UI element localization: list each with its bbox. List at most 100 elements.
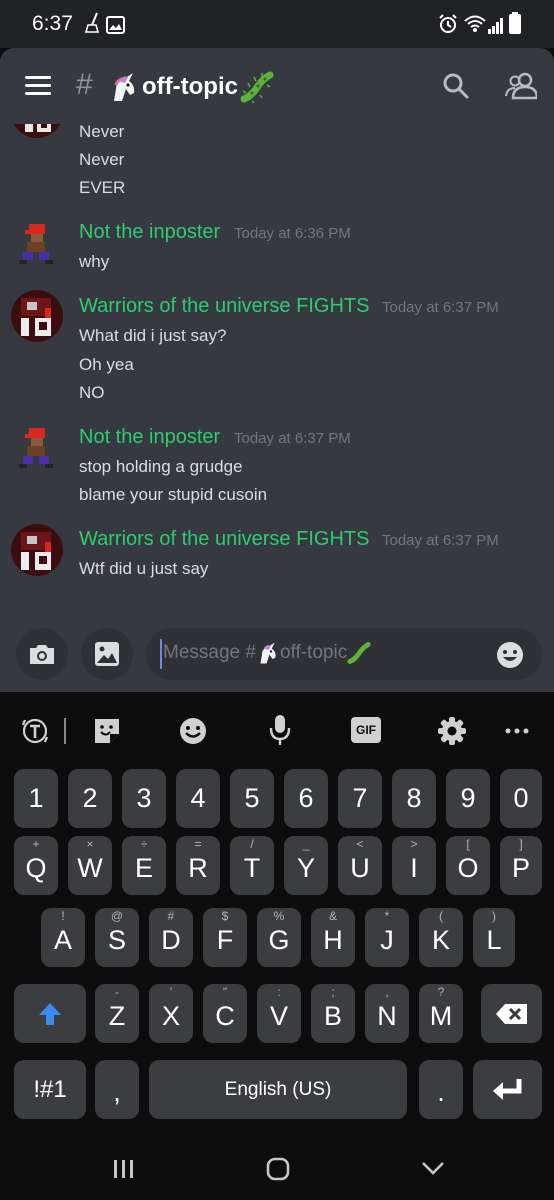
key-hint: @ — [110, 909, 124, 923]
menu-button[interactable] — [25, 76, 51, 96]
message-author[interactable]: Not the inposter — [79, 426, 220, 449]
search-icon[interactable] — [442, 72, 470, 100]
sticker-button[interactable] — [90, 714, 124, 748]
key-label: 5 — [244, 783, 260, 813]
key-3[interactable]: 3 — [122, 769, 166, 828]
key-m[interactable]: ? M — [419, 984, 463, 1043]
key-label: English (US) — [224, 1078, 332, 1100]
period-key[interactable]: . — [419, 1060, 463, 1119]
key-hint: ] — [519, 837, 523, 851]
key-hint: = — [194, 837, 202, 851]
key-i[interactable]: > I — [392, 836, 436, 895]
symbols-key[interactable]: !#1 — [14, 1060, 86, 1119]
key-k[interactable]: (K — [419, 908, 463, 967]
key-p[interactable]: ] P — [500, 836, 542, 895]
key-t[interactable]: / T — [230, 836, 274, 895]
key-hint: ? — [437, 985, 445, 999]
channel-header: # off-topic — [0, 48, 554, 124]
sticker-icon — [95, 719, 119, 743]
message-placeholder: Message # off-topic — [163, 641, 371, 665]
members-icon[interactable] — [505, 72, 537, 100]
key-y[interactable]: _ Y — [284, 836, 328, 895]
user-avatar[interactable] — [11, 218, 63, 270]
key-hint: - — [115, 985, 119, 999]
key-g[interactable]: % G — [257, 908, 301, 967]
image-icon — [95, 642, 119, 666]
key-2[interactable]: 2 — [68, 769, 112, 828]
key-l[interactable]: ) L — [473, 908, 515, 967]
camera-button[interactable] — [16, 628, 68, 680]
gif-button[interactable]: GIF — [351, 717, 381, 743]
key-label: V — [269, 1001, 288, 1031]
key-hint: / — [250, 837, 254, 851]
message-author[interactable]: Warriors of the universe FIGHTS — [79, 295, 369, 318]
key-label: Y — [296, 853, 315, 883]
more-options-button[interactable] — [500, 714, 534, 748]
key-6[interactable]: 6 — [284, 769, 328, 828]
key-e[interactable]: ÷ E — [122, 836, 166, 895]
back-chevron-icon[interactable] — [421, 1160, 445, 1176]
user-avatar[interactable] — [11, 290, 63, 342]
key-hint: & — [328, 909, 337, 923]
key-d[interactable]: # D — [149, 908, 193, 967]
key-hint: > — [410, 837, 418, 851]
key-9[interactable]: 9 — [446, 769, 490, 828]
key-label: D — [161, 925, 181, 955]
key-q[interactable]: + Q — [14, 836, 58, 895]
key-o[interactable]: [O — [446, 836, 490, 895]
key-h[interactable]: & H — [311, 908, 355, 967]
key-hint: % — [273, 909, 285, 923]
gallery-button[interactable] — [81, 628, 133, 680]
avatar-image — [11, 124, 63, 138]
emoji-keyboard-button[interactable] — [176, 714, 210, 748]
key-label: U — [350, 853, 370, 883]
key-j[interactable]: * J — [365, 908, 409, 967]
key-w[interactable]: × W — [68, 836, 112, 895]
avatar-image — [11, 524, 63, 576]
voice-input-button[interactable] — [263, 712, 297, 748]
channel-title[interactable]: off-topic — [108, 70, 274, 104]
user-avatar[interactable] — [11, 422, 63, 474]
key-label: L — [486, 925, 502, 955]
comma-key[interactable]: , — [95, 1060, 139, 1119]
key-5[interactable]: 5 — [230, 769, 274, 828]
key-label: E — [134, 853, 153, 883]
message-author[interactable]: Not the inposter — [79, 221, 220, 244]
key-n[interactable]: ,N — [365, 984, 409, 1043]
key-f[interactable]: $ F — [203, 908, 247, 967]
message-author[interactable]: Warriors of the universe FIGHTS — [79, 528, 369, 551]
key-8[interactable]: 8 — [392, 769, 436, 828]
shift-key[interactable] — [14, 984, 86, 1043]
user-avatar[interactable] — [11, 124, 63, 138]
key-0[interactable]: 0 — [500, 769, 542, 828]
key-a[interactable]: ! A — [41, 908, 85, 967]
message-timestamp: Today at 6:37 PM — [382, 299, 499, 316]
key-s[interactable]: @ S — [95, 908, 139, 967]
key-x[interactable]: ' X — [149, 984, 193, 1043]
microbe-emoji-icon — [347, 642, 371, 664]
user-avatar[interactable] — [11, 524, 63, 576]
key-c[interactable]: " C — [203, 984, 247, 1043]
key-7[interactable]: 7 — [338, 769, 382, 828]
key-hint: ( — [439, 909, 443, 923]
backspace-key[interactable] — [481, 984, 542, 1043]
key-4[interactable]: 4 — [176, 769, 220, 828]
key-r[interactable]: = R — [176, 836, 220, 895]
key-label: I — [410, 853, 418, 883]
key-label: F — [216, 925, 234, 955]
key-z[interactable]: -Z — [95, 984, 139, 1043]
key-b[interactable]: ; B — [311, 984, 355, 1043]
key-v[interactable]: :V — [257, 984, 301, 1043]
home-icon[interactable] — [266, 1157, 290, 1181]
message-list[interactable]: Never Never EVER Not the inposter Today … — [0, 124, 554, 692]
key-u[interactable]: < U — [338, 836, 382, 895]
gear-icon — [438, 717, 466, 745]
key-label: A — [53, 925, 72, 955]
recent-apps-icon[interactable] — [112, 1158, 136, 1180]
emoji-picker-icon[interactable] — [495, 640, 525, 670]
enter-key[interactable] — [473, 1060, 542, 1119]
text-translate-button[interactable] — [18, 714, 52, 748]
keyboard-settings-button[interactable] — [435, 714, 469, 748]
space-key[interactable]: English (US) — [149, 1060, 407, 1119]
key-1[interactable]: 1 — [14, 769, 58, 828]
